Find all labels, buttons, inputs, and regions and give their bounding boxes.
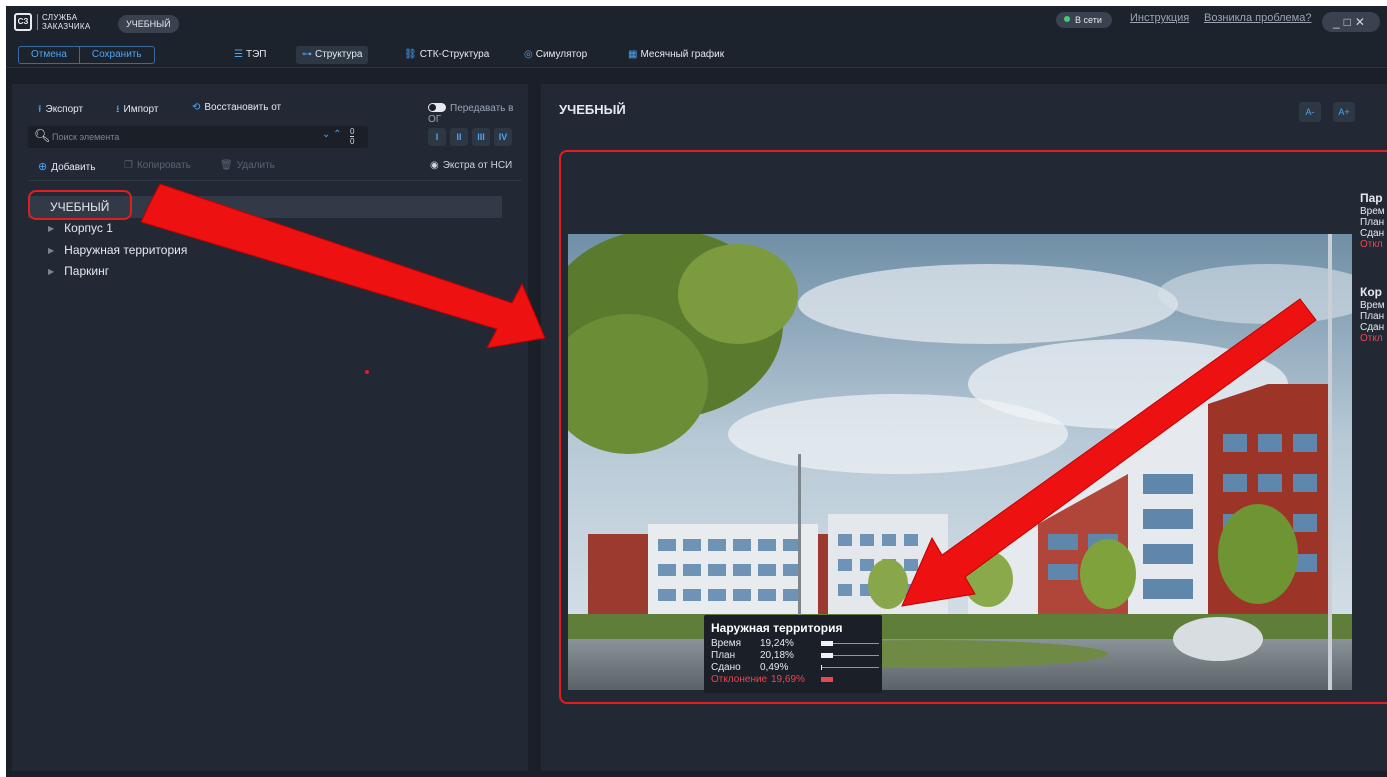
tree-item-label: Паркинг — [64, 264, 110, 278]
logo-divider — [37, 14, 38, 30]
expand-arrow-icon[interactable]: ▶ — [48, 267, 54, 276]
copy-label: Копировать — [136, 160, 191, 171]
font-decrease-button[interactable]: A- — [1299, 102, 1321, 122]
calendar-icon: ▦ — [628, 49, 638, 60]
expand-arrow-icon[interactable]: ▶ — [48, 224, 54, 233]
annotation-box-root — [28, 190, 132, 220]
project-selector[interactable]: УЧЕБНЫЙ — [118, 15, 179, 33]
import-label: Импорт — [123, 104, 159, 115]
level-buttons: I II III IV — [428, 128, 512, 146]
logo-line-2: ЗАКАЗЧИКА — [42, 22, 91, 31]
panel-divider — [28, 180, 522, 181]
tree-item-label: Корпус 1 — [64, 221, 113, 235]
add-label: Добавить — [51, 162, 96, 173]
logo-icon: СЗ — [14, 13, 32, 31]
instruction-link[interactable]: Инструкция — [1130, 12, 1189, 24]
structure-panel: ⭱ Экспорт ⭳ Импорт ⟲ Восстановить от Переда… — [12, 84, 528, 771]
extra-nsi-label: Экстра от НСИ — [442, 160, 513, 171]
import-button[interactable]: ⭳ Импорт — [116, 102, 158, 119]
edit-actions: Отмена Сохранить — [18, 46, 155, 64]
tree-item-korpus-1[interactable]: ▶ Корпус 1 — [48, 221, 113, 235]
tab-simulator-label: Симулятор — [535, 49, 588, 60]
add-button[interactable]: ⊕ Добавить — [38, 160, 95, 173]
transfer-toggle[interactable]: Передавать в ОГ — [428, 103, 528, 125]
tab-stk-structure-label: СТК-Структура — [419, 49, 490, 60]
expand-arrow-icon[interactable]: ▶ — [48, 246, 54, 255]
toggle-switch-icon — [428, 103, 446, 112]
search-count-top: 0 — [350, 127, 355, 136]
restore-label: Восстановить от — [204, 102, 282, 113]
export-label: Экспорт — [45, 104, 84, 115]
tree-item-outdoor-territory[interactable]: ▶ Наружная территория — [48, 243, 187, 257]
delete-label: Удалить — [236, 160, 275, 171]
tab-monthly-schedule-label: Месячный график — [640, 49, 725, 60]
level-3-button[interactable]: III — [472, 128, 490, 146]
add-circle-icon: ⊕ — [38, 161, 48, 173]
download-icon: ⭳ — [116, 104, 120, 115]
search-nav-arrows[interactable]: ⌄ ⌃ — [322, 129, 342, 140]
tab-structure-label: Структура — [315, 49, 363, 60]
tree-item-label: Наружная территория — [64, 243, 188, 257]
preview-title: УЧЕБНЫЙ — [559, 102, 626, 117]
level-2-button[interactable]: II — [450, 128, 468, 146]
logo-line-1: СЛУЖБА — [42, 13, 78, 22]
copy-button[interactable]: ❐ Копировать — [124, 160, 191, 171]
tab-tep-label: ТЭП — [245, 49, 267, 60]
search-result-counter: 0 0 — [350, 127, 355, 146]
cancel-button[interactable]: Отмена — [19, 47, 79, 63]
extra-nsi-button[interactable]: ◉ Экстра от НСИ — [430, 160, 512, 171]
tab-structure[interactable]: ⊶ Структура — [296, 46, 369, 64]
online-dot-icon — [1064, 16, 1070, 22]
font-increase-button[interactable]: A+ — [1333, 102, 1355, 122]
search-icon: 🔍︎ — [34, 128, 51, 143]
tab-monthly-schedule[interactable]: ▦ Месячный график — [622, 46, 730, 64]
trash-icon: 🗑︎ — [220, 160, 233, 171]
annotation-box-preview — [559, 150, 1387, 704]
delete-button[interactable]: 🗑︎ Удалить — [220, 160, 275, 171]
restore-button[interactable]: ⟲ Восстановить от — [192, 102, 281, 113]
export-button[interactable]: ⭱ Экспорт — [38, 102, 83, 119]
main-toolbar: Отмена Сохранить ☰ ТЭП ⊶ Структура ⛓ СТК-Ст… — [6, 38, 1387, 68]
window-controls[interactable]: _□✕ — [1322, 12, 1380, 32]
list-icon: ☰ — [234, 49, 243, 60]
history-icon: ⟲ — [192, 102, 201, 113]
logo-text: СЛУЖБА ЗАКАЗЧИКА — [42, 13, 91, 31]
link-icon: ⛓ — [404, 49, 417, 60]
save-button[interactable]: Сохранить — [78, 47, 154, 63]
simulator-icon: ◎ — [524, 49, 533, 60]
eye-icon: ◉ — [430, 160, 439, 171]
online-status-label: В сети — [1075, 15, 1102, 25]
title-bar: СЗ СЛУЖБА ЗАКАЗЧИКА УЧЕБНЫЙ В сети Инстр… — [6, 6, 1387, 38]
structure-icon: ⊶ — [302, 49, 312, 60]
search-input[interactable] — [52, 129, 302, 145]
copy-icon: ❐ — [124, 160, 133, 171]
tab-tep[interactable]: ☰ ТЭП — [228, 46, 272, 64]
tab-simulator[interactable]: ◎ Симулятор — [518, 46, 593, 64]
annotation-dot — [365, 370, 369, 374]
level-1-button[interactable]: I — [428, 128, 446, 146]
report-problem-link[interactable]: Возникла проблема? — [1204, 12, 1311, 24]
search-count-bottom: 0 — [350, 136, 355, 146]
tab-stk-structure[interactable]: ⛓ СТК-Структура — [398, 46, 495, 64]
search-bar: 🔍︎ ⌄ ⌃ 0 0 — [28, 126, 368, 148]
upload-icon: ⭱ — [38, 104, 42, 115]
level-4-button[interactable]: IV — [494, 128, 512, 146]
online-status-badge: В сети — [1056, 12, 1112, 28]
tree-item-parking[interactable]: ▶ Паркинг — [48, 264, 109, 278]
